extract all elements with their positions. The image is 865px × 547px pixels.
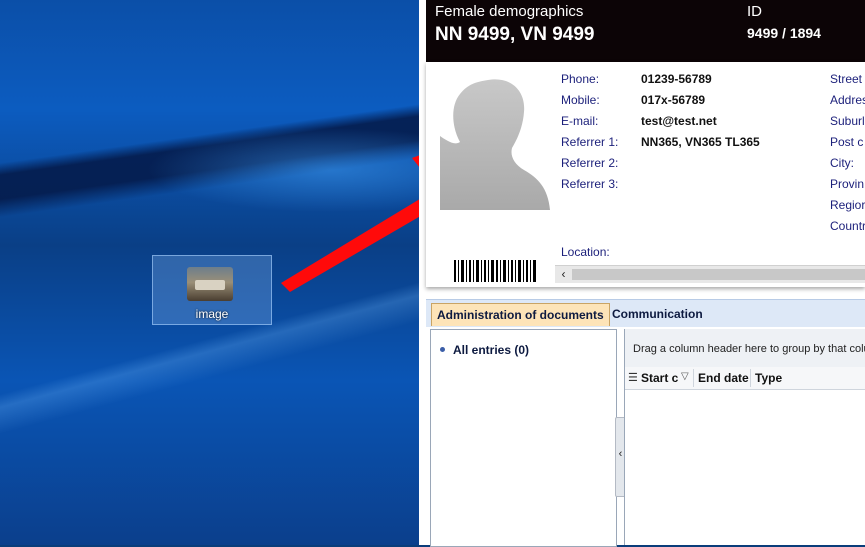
province-label: Provin (830, 177, 865, 191)
id-value: 9499 / 1894 (747, 25, 821, 41)
desktop-icon-label: image (195, 307, 229, 321)
column-separator[interactable] (750, 369, 751, 387)
column-start-date[interactable]: Start c (641, 371, 679, 385)
desktop-image-file[interactable]: image (152, 255, 272, 325)
referrer1-value: NN365, VN365 TL365 (641, 135, 760, 149)
patient-details-panel: Phone: 01239-56789 Mobile: 017x-56789 E-… (426, 62, 865, 287)
phone-label: Phone: (561, 72, 600, 86)
postcode-label: Post c (830, 135, 864, 149)
country-label: Countr (830, 219, 865, 233)
column-type[interactable]: Type (755, 371, 782, 385)
column-chooser-icon[interactable]: ☰ (628, 371, 638, 384)
column-end-date[interactable]: End date (698, 371, 749, 385)
phone-value: 01239-56789 (641, 72, 712, 86)
document-tree-pane: All entries (0) (430, 329, 617, 547)
email-value[interactable]: test@test.net (641, 114, 717, 128)
column-separator[interactable] (693, 369, 694, 387)
region-label: Regior (830, 198, 865, 212)
referrer1-label: Referrer 1: (561, 135, 619, 149)
id-label: ID (747, 3, 762, 20)
bullet-icon (440, 347, 445, 352)
avatar-placeholder-icon (440, 79, 550, 210)
barcode-icon (454, 260, 536, 282)
patient-header: Female demographics NN 9499, VN 9499 ID … (426, 0, 865, 62)
city-label: City: (830, 156, 854, 170)
suburb-label: Suburl (830, 114, 865, 128)
sort-filter-icon[interactable]: ▽ (681, 371, 689, 382)
documents-grid: Drag a column header here to group by th… (624, 329, 865, 545)
email-label: E-mail: (561, 114, 599, 128)
street-label: Street (830, 72, 863, 86)
header-title: Female demographics (435, 3, 584, 20)
location-label: Location: (561, 245, 610, 259)
horizontal-scrollbar[interactable]: ‹ (555, 265, 865, 283)
mobile-value: 017x-56789 (641, 93, 706, 107)
image-thumbnail (187, 267, 233, 301)
grid-column-header: ☰ Start c ▽ End date Type (625, 367, 865, 390)
scroll-thumb[interactable] (572, 269, 865, 280)
desktop-background: image (0, 0, 419, 545)
address-label: Addres (830, 93, 865, 107)
tab-administration-of-documents[interactable]: Administration of documents (431, 303, 610, 326)
tree-item-all-entries[interactable]: All entries (0) (453, 343, 529, 357)
group-by-panel[interactable]: Drag a column header here to group by th… (625, 329, 865, 368)
referrer2-label: Referrer 2: (561, 156, 619, 170)
group-hint-text: Drag a column header here to group by th… (633, 343, 865, 355)
scroll-left-button[interactable]: ‹ (555, 266, 572, 283)
tab-communication[interactable]: Communication (607, 303, 708, 325)
tab-strip: Administration of documents Communicatio… (426, 299, 865, 327)
referrer3-label: Referrer 3: (561, 177, 619, 191)
mobile-label: Mobile: (561, 93, 600, 107)
patient-name: NN 9499, VN 9499 (435, 24, 595, 45)
